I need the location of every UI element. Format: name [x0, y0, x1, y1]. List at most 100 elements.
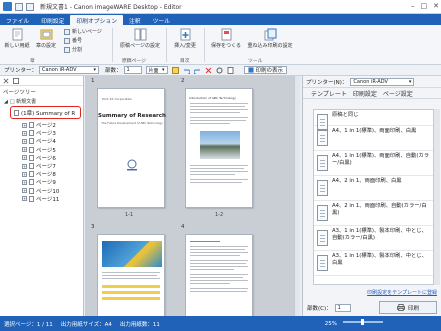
tree-item-label: ページ4 [36, 139, 56, 146]
page-number: 4 [181, 224, 185, 230]
save-icon[interactable] [15, 2, 23, 11]
tab-print-settings[interactable]: 印刷設定 [353, 89, 377, 98]
tree-item-page[interactable]: + ページ6 [0, 154, 83, 162]
template-item[interactable]: A4、1 in 1(標準)、両面印刷、自動(カラー/白黒) [314, 151, 433, 176]
zoom-slider[interactable] [343, 319, 383, 325]
tree-item-page[interactable]: + ページ7 [0, 162, 83, 170]
copies-field[interactable]: 1 [334, 304, 351, 312]
page-layout-button[interactable]: 原稿ページの設定 [118, 28, 162, 49]
copies-row: 部数(C)： 1 [307, 304, 351, 312]
page-thumbnail-3[interactable] [97, 234, 165, 316]
template-label: A3、1 in 1(標準)、製本印刷、中とじ、白黒 [332, 253, 427, 266]
tree-item-page[interactable]: + ページ3 [0, 129, 83, 137]
zoom-slider-handle[interactable] [361, 319, 364, 325]
group-separator [112, 28, 113, 62]
insert-change-button[interactable]: 挿入/変更 [170, 28, 200, 49]
tree-item-page[interactable]: + ページ9 [0, 178, 83, 186]
page-icon [29, 130, 34, 137]
template-item[interactable]: A4、2 in 1、両面印刷、白黒 [314, 176, 433, 201]
chapter-icon [40, 29, 52, 40]
minimize-button[interactable]: – [411, 2, 415, 10]
save-document-button[interactable]: 保存をつくる [208, 28, 244, 49]
tree-item-page[interactable]: + ページ2 [0, 121, 83, 129]
sides-select[interactable]: 片面 ▾ [145, 66, 168, 74]
tree-item-page[interactable]: + ページ4 [0, 137, 83, 145]
print-button[interactable]: 印刷 [379, 301, 437, 314]
tree-root-document[interactable]: ◢ □ 新規文書 [0, 98, 83, 106]
tree-item-label: ページ6 [36, 155, 56, 162]
table-image [102, 285, 160, 303]
tree-item-page[interactable]: + ページ11 [0, 195, 83, 203]
chapter-settings-button[interactable]: 章の設定 [33, 28, 59, 49]
printer-icon [397, 304, 405, 311]
template-label: A3、1 in 1(標準)、製本印刷、中とじ、自動(カラー/白黒) [332, 228, 427, 241]
expand-icon: + [22, 155, 27, 161]
template-number[interactable]: 番号 [64, 37, 82, 44]
tab-template[interactable]: テンプレート [311, 89, 347, 98]
tree-item-chapter-1[interactable]: (1章) Summary of R [10, 106, 81, 119]
group-separator [166, 28, 167, 62]
chevron-down-icon: ▾ [93, 67, 97, 73]
tab-print-options[interactable]: 印刷オプション [70, 15, 123, 25]
tree-item-label: ページ9 [36, 180, 56, 187]
settings-icon[interactable] [216, 67, 223, 74]
tab-file[interactable]: ファイル [0, 15, 35, 25]
page-caption: 1-1 [125, 212, 134, 218]
page-thumbnail-2[interactable]: Introduction of ABC Technology [185, 88, 253, 208]
page-icon [29, 187, 34, 194]
page-tree-title: ページツリー [3, 90, 36, 96]
print-preview-toggle[interactable]: 印刷の表示 [243, 66, 288, 74]
color-icon[interactable] [171, 66, 179, 74]
expand-icon[interactable] [13, 77, 19, 84]
number-icon [64, 37, 70, 44]
template-item[interactable]: A3、1 in 1(標準)、製本印刷、中とじ、白黒 [314, 251, 433, 276]
template-item[interactable]: A4、2 in 1、両面印刷、自動(カラー/白黒) [314, 201, 433, 226]
new-page-button[interactable]: 新しい用紙 [4, 28, 30, 49]
tree-item-label: ページ3 [36, 131, 56, 138]
page-thumbnail-4[interactable] [185, 234, 253, 316]
expand-icon: + [22, 138, 27, 144]
tree-item-page[interactable]: + ページ5 [0, 146, 83, 154]
split-icon [64, 46, 70, 53]
template-icon [317, 255, 328, 271]
close-button[interactable]: ✕ [433, 2, 439, 10]
preview-scrollbar[interactable] [294, 76, 300, 316]
map-image [102, 241, 162, 267]
template-split[interactable]: 分割 [64, 46, 82, 53]
expand-icon: + [22, 163, 27, 169]
tree-item-label: ページ7 [36, 164, 56, 171]
template-item[interactable]: A4、1 in 1(標準)、両面印刷、白黒 [314, 126, 433, 151]
tree-item-label: ページ8 [36, 172, 56, 179]
undo-icon[interactable] [183, 67, 190, 74]
copies-field[interactable]: 1 [123, 66, 142, 74]
template-item[interactable]: A3、1 in 1(標準)、製本印刷、中とじ、自動(カラー/白黒) [314, 226, 433, 251]
print-settings-pane: プリンター(N)： Canon iR-ADV ▾ テンプレート 印刷設定 ページ設… [302, 76, 441, 316]
printer-select[interactable]: Canon iR-ADV ▾ [39, 66, 100, 74]
new-page-icon [12, 28, 22, 41]
register-template-link[interactable]: 印刷設定をテンプレートに登録 [367, 289, 437, 296]
page-icon [29, 195, 34, 202]
page-icon[interactable] [227, 66, 234, 74]
tree-item-page[interactable]: + ページ8 [0, 170, 83, 178]
template-item[interactable]: 原稿と同じ [314, 110, 433, 130]
status-bar: 選択ページ：1 / 11 出力用紙サイズ：A4 出力用紙数：11 25% [0, 316, 441, 331]
template-scrollbar[interactable] [434, 109, 440, 285]
page-number: 2 [181, 78, 185, 84]
tree-item-page[interactable]: + ページ10 [0, 187, 83, 195]
redo-icon[interactable] [193, 67, 201, 74]
template-new-page[interactable]: 新しいページ [64, 28, 102, 35]
delete-icon[interactable] [205, 67, 212, 74]
tab-tools[interactable]: ツール [147, 15, 176, 25]
page-number: 3 [91, 224, 95, 230]
maximize-button[interactable]: □ [421, 2, 428, 10]
page-thumbnail-1[interactable]: Prof. XX Corporation Summary of Research… [97, 88, 166, 208]
tab-page-settings[interactable]: ページ設定 [383, 89, 413, 98]
printer-select[interactable]: Canon iR-ADV ▾ [350, 77, 415, 86]
tree-tool-icon[interactable] [3, 78, 9, 84]
tab-print-settings[interactable]: 印刷設定 [35, 15, 70, 25]
chevron-down-icon: ▾ [408, 78, 412, 85]
undo-icon[interactable] [26, 2, 34, 11]
overlay-print-button[interactable]: 重ね込み印刷の設定 [246, 28, 294, 49]
template-label: A4、1 in 1(標準)、両面印刷、白黒 [332, 128, 417, 134]
tab-annotation[interactable]: 注釈 [123, 15, 147, 25]
